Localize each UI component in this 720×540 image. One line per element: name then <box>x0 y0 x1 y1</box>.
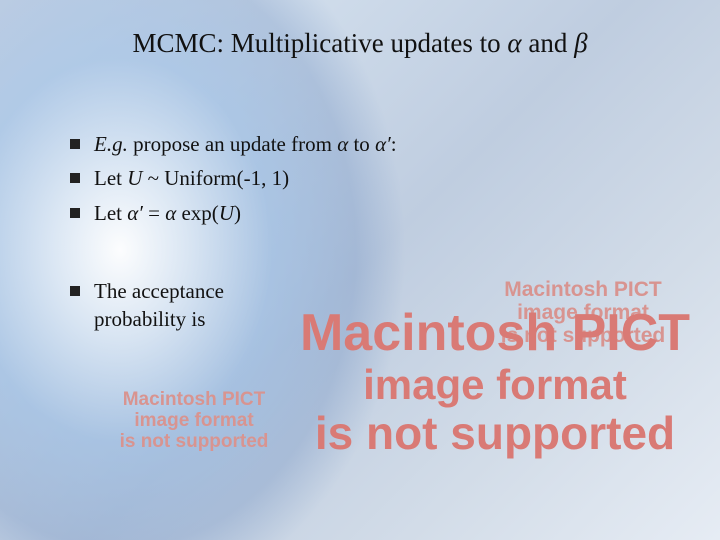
bullet-1: E.g. propose an update from α to α′: <box>70 130 670 158</box>
bullet-2-t2: ~ Uniform(-1, 1) <box>142 166 289 190</box>
slide-title: MCMC: Multiplicative updates to α and β <box>0 28 720 59</box>
bullet-3-u: U <box>219 201 234 225</box>
pict-line3: is not supported <box>94 432 294 453</box>
bullet-3: Let α′ = α exp(U) <box>70 199 670 227</box>
bullet-3-t1: Let <box>94 201 127 225</box>
bullet-3-a1: α′ <box>127 201 143 225</box>
pict-line2: image format <box>94 411 294 432</box>
bullet-4-line2: probability is <box>94 307 205 331</box>
spacer <box>70 233 670 277</box>
title-beta: β <box>574 28 587 58</box>
bullet-1-t3: : <box>391 132 397 156</box>
bullet-4-text: The acceptance probability is <box>94 277 224 334</box>
title-text-pre: MCMC: Multiplicative updates to <box>132 28 507 58</box>
bullet-1-t2: to <box>348 132 375 156</box>
bullet-2-u: U <box>127 166 142 190</box>
pict-placeholder-main: Macintosh PICT image format is not suppo… <box>280 305 710 459</box>
pict-line1: Macintosh PICT <box>280 305 710 362</box>
bullet-icon <box>70 208 80 218</box>
bullet-icon <box>70 286 80 296</box>
bullet-2: Let U ~ Uniform(-1, 1) <box>70 164 670 192</box>
pict-line3: is not supported <box>280 408 710 459</box>
bullet-icon <box>70 139 80 149</box>
pict-placeholder-small: Macintosh PICT image format is not suppo… <box>94 390 294 453</box>
bullet-1-alpha1: α <box>337 132 348 156</box>
bullet-1-text: E.g. propose an update from α to α′: <box>94 130 397 158</box>
bullet-3-t4: ) <box>234 201 241 225</box>
bullet-2-text: Let U ~ Uniform(-1, 1) <box>94 164 289 192</box>
title-text-mid: and <box>522 28 574 58</box>
title-alpha: α <box>507 28 521 58</box>
pict-line1: Macintosh PICT <box>94 390 294 411</box>
bullet-3-t2: = <box>143 201 165 225</box>
bullet-2-t1: Let <box>94 166 127 190</box>
bullet-4-line1: The acceptance <box>94 279 224 303</box>
slide: MCMC: Multiplicative updates to α and β … <box>0 0 720 540</box>
pict-line1: Macintosh PICT <box>468 278 698 301</box>
bullet-1-eg: E.g. <box>94 132 128 156</box>
bullet-3-text: Let α′ = α exp(U) <box>94 199 241 227</box>
bullet-icon <box>70 173 80 183</box>
pict-line2: image format <box>280 362 710 408</box>
bullet-1-alpha2: α′ <box>375 132 391 156</box>
bullet-3-a2: α <box>165 201 176 225</box>
bullet-1-t1: propose an update from <box>128 132 337 156</box>
bullet-3-t3: exp( <box>176 201 219 225</box>
